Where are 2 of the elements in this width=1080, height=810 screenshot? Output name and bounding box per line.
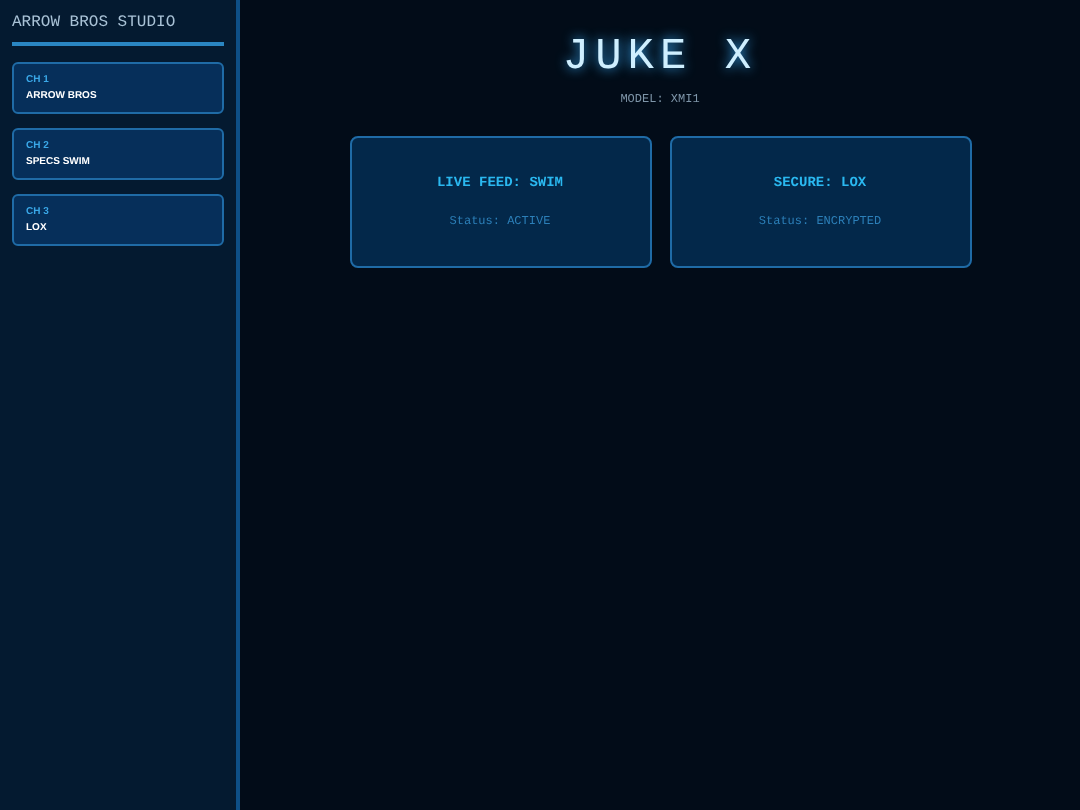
studio-title: ARROW BROS STUDIO (12, 12, 224, 46)
page-title: JUKE X (562, 32, 758, 84)
